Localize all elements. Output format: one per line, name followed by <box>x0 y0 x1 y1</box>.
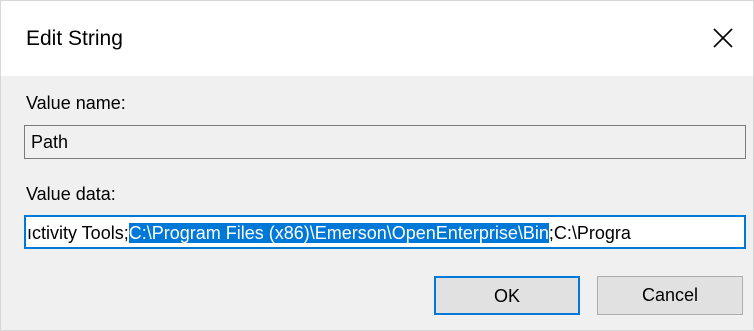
value-name-field: Path <box>24 125 746 159</box>
value-data-label: Value data: <box>26 184 116 204</box>
title-bar: Edit String <box>1 1 753 76</box>
dialog-title: Edit String <box>26 27 123 50</box>
value-data-text-after: ;C:\Progra <box>548 223 631 243</box>
value-name-text: Path <box>31 132 69 152</box>
cancel-button[interactable]: Cancel <box>597 276 743 315</box>
close-button[interactable] <box>693 1 753 75</box>
value-name-label: Value name: <box>26 93 126 113</box>
value-data-input[interactable]: ıctivity Tools;C:\Program Files (x86)\Em… <box>24 215 746 249</box>
edit-string-dialog: Edit String Value name: Path Value data:… <box>0 0 754 331</box>
close-icon <box>713 28 733 48</box>
value-data-selected-text: C:\Program Files (x86)\Emerson\OpenEnter… <box>128 223 549 243</box>
ok-button[interactable]: OK <box>434 276 580 315</box>
value-data-text-before: ıctivity Tools; <box>27 223 129 243</box>
